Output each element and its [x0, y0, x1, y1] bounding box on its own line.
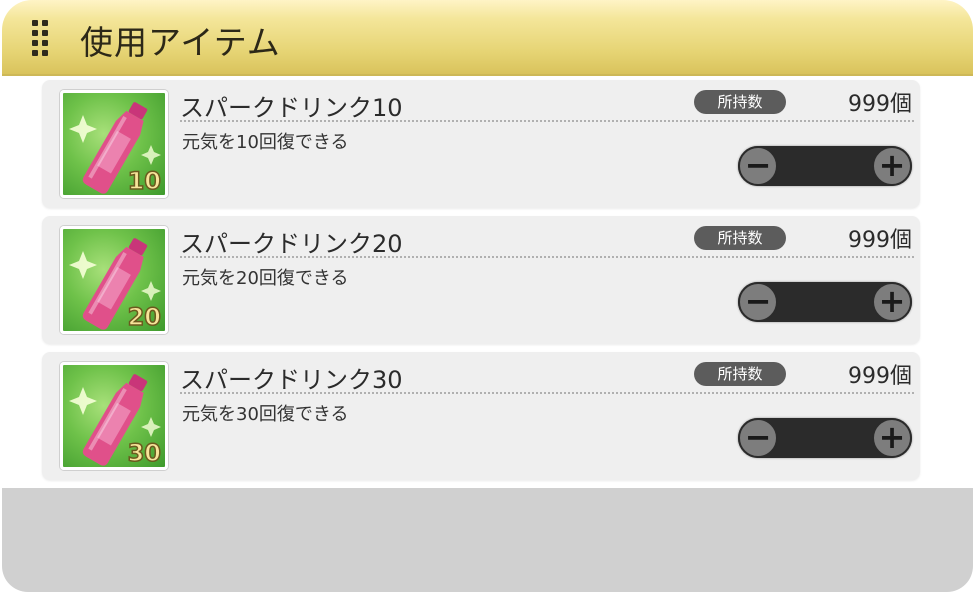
item-description: 元気を10回復できる [182, 132, 349, 153]
item-level-badge: 10 [127, 166, 162, 195]
owned-count-badge: 所持数 [694, 362, 786, 386]
quantity-stepper: − + [738, 146, 912, 186]
list-item: 10 スパークドリンク10 所持数 999個 元気を10回復できる − + [42, 80, 920, 208]
decrease-button[interactable]: − [738, 282, 778, 322]
dialog-footer [2, 488, 973, 592]
item-usage-dialog: 使用アイテム 10 スパークドリンク10 所持数 999個 元気を10回復できる… [2, 0, 973, 592]
quantity-value [778, 418, 872, 458]
item-description: 元気を30回復できる [182, 404, 349, 425]
item-name: スパークドリンク10 [180, 94, 403, 122]
decrease-button[interactable]: − [738, 146, 778, 186]
quantity-stepper: − + [738, 282, 912, 322]
increase-button[interactable]: + [872, 418, 912, 458]
drag-handle-icon[interactable] [32, 20, 48, 56]
item-name: スパークドリンク20 [180, 230, 403, 258]
energy-drink-bottle-icon: 10 [60, 90, 168, 198]
list-item: 20 スパークドリンク20 所持数 999個 元気を20回復できる − + [42, 216, 920, 344]
owned-count-badge: 所持数 [694, 90, 786, 114]
dotted-divider [180, 256, 914, 258]
owned-count-badge: 所持数 [694, 226, 786, 250]
energy-drink-bottle-icon: 30 [60, 362, 168, 470]
dotted-divider [180, 392, 914, 394]
owned-count-value: 999個 [848, 364, 912, 389]
increase-button[interactable]: + [872, 282, 912, 322]
list-item: 30 スパークドリンク30 所持数 999個 元気を30回復できる − + [42, 352, 920, 480]
item-list: 10 スパークドリンク10 所持数 999個 元気を10回復できる − + 20… [42, 80, 920, 488]
quantity-stepper: − + [738, 418, 912, 458]
owned-count-value: 999個 [848, 92, 912, 117]
item-description: 元気を20回復できる [182, 268, 349, 289]
owned-count-value: 999個 [848, 228, 912, 253]
item-name: スパークドリンク30 [180, 366, 403, 394]
quantity-value [778, 282, 872, 322]
decrease-button[interactable]: − [738, 418, 778, 458]
quantity-value [778, 146, 872, 186]
energy-drink-bottle-icon: 20 [60, 226, 168, 334]
item-level-badge: 30 [127, 438, 162, 467]
increase-button[interactable]: + [872, 146, 912, 186]
dialog-header: 使用アイテム [2, 0, 973, 76]
item-level-badge: 20 [127, 302, 162, 331]
dotted-divider [180, 120, 914, 122]
dialog-title: 使用アイテム [80, 23, 281, 62]
